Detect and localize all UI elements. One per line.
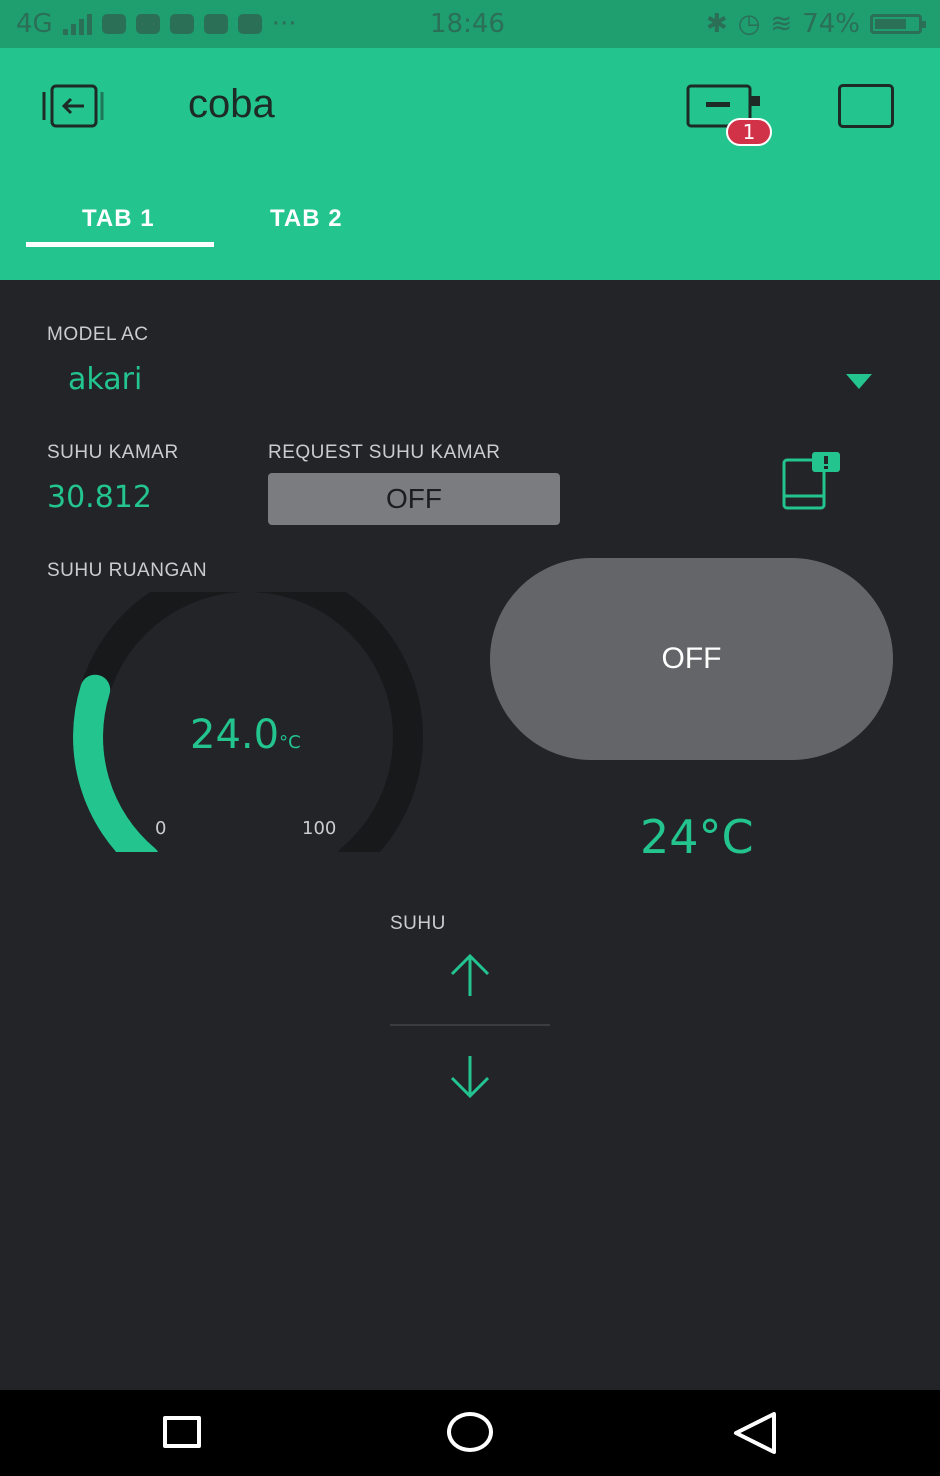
battery-percent: 74% <box>802 9 860 39</box>
tab-1[interactable]: TAB 1 <box>82 205 155 233</box>
dropdown-caret-icon[interactable] <box>846 374 872 389</box>
gauge-min: 0 <box>155 818 167 839</box>
bluetooth-icon: ✱ <box>705 9 728 39</box>
play-mode-icon[interactable] <box>838 84 894 128</box>
arrow-down-icon[interactable] <box>444 1052 496 1102</box>
wifi-icon: ≋ <box>770 9 793 39</box>
more-notifications: ··· <box>271 9 297 39</box>
battery-icon <box>870 14 926 34</box>
request-suhu-label: REQUEST SUHU KAMAR <box>268 442 501 463</box>
project-title: coba <box>188 82 275 126</box>
gauge-value: 24.0°C <box>190 712 301 758</box>
status-bar: 4G ··· 18:46 ✱ ◷ ≋ 74% <box>0 0 940 48</box>
temperature-display: 24°C <box>640 810 754 864</box>
suhu-ruangan-label: SUHU RUANGAN <box>47 560 208 581</box>
gauge-unit: °C <box>279 732 301 753</box>
phone-notification-icon[interactable] <box>778 452 842 512</box>
suhu-kamar-value: 30.812 <box>47 480 152 515</box>
mail-icon <box>237 14 262 34</box>
exit-icon[interactable] <box>40 82 106 132</box>
recent-apps-icon[interactable] <box>163 1416 201 1448</box>
tab-2[interactable]: TAB 2 <box>270 205 343 233</box>
back-icon[interactable] <box>730 1410 780 1456</box>
step-divider <box>390 1024 550 1026</box>
request-suhu-button[interactable]: OFF <box>268 473 560 525</box>
model-ac-label: MODEL AC <box>47 324 149 345</box>
active-tab-indicator <box>26 242 214 247</box>
clock: 18:46 <box>430 9 505 39</box>
network-label: 4G <box>16 9 53 39</box>
signal-icon <box>62 13 92 35</box>
app-icon <box>169 14 194 34</box>
step-label: SUHU <box>390 913 446 934</box>
battery-fill <box>875 19 906 29</box>
model-ac-value[interactable]: akari <box>68 362 142 397</box>
device-badge: 1 <box>726 118 772 146</box>
suhu-kamar-label: SUHU KAMAR <box>47 442 179 463</box>
instagram-icon <box>203 14 228 34</box>
youtube-icon <box>101 14 126 34</box>
power-button[interactable]: OFF <box>490 558 893 760</box>
home-icon[interactable] <box>447 1412 493 1452</box>
arrow-up-icon[interactable] <box>444 950 496 1000</box>
gauge-max: 100 <box>302 818 337 839</box>
status-right: ✱ ◷ ≋ 74% <box>705 9 926 39</box>
status-left: 4G ··· <box>16 9 297 39</box>
gauge-number: 24.0 <box>190 712 280 758</box>
gauge-fill <box>73 674 159 852</box>
twitter-icon <box>135 14 160 34</box>
alarm-icon: ◷ <box>737 9 761 39</box>
